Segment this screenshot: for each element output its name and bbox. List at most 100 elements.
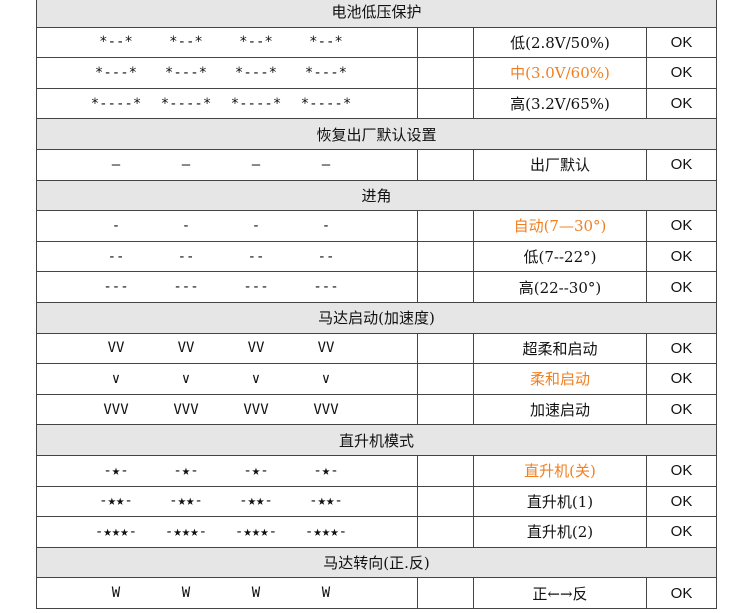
pattern-symbol: VVV	[243, 401, 269, 418]
option-label: 低(2.8V/50%)	[473, 26, 647, 59]
setting-row: -★★★- -★★★- -★★★- -★★★- 直升机(2) OK	[36, 516, 718, 548]
empty-cell	[417, 240, 474, 273]
pattern-symbol: VVV	[313, 401, 339, 418]
pattern-symbol: *--*	[309, 34, 343, 51]
settings-table: 电池低压保护 *--* *--* *--* *--* 低(2.8V/50%) OK *---*…	[35, 0, 718, 609]
option-label: 低(7--22°)	[473, 240, 647, 273]
pattern-symbol: -	[181, 217, 191, 234]
section-header-row: 马达转向(正.反)	[35, 546, 718, 579]
option-label: 加速启动	[473, 393, 647, 426]
section-header-row: 直升机模式	[35, 424, 718, 456]
beep-pattern: -★★- -★★- -★★- -★★-	[36, 485, 418, 518]
setting-row: VV VV VV VV 超柔和启动 OK	[36, 332, 718, 365]
pattern-symbol: -★★★-	[234, 523, 278, 540]
pattern-symbol: VV	[317, 340, 335, 357]
pattern-symbol: VVV	[173, 401, 199, 418]
empty-cell	[417, 332, 474, 365]
status-ok: OK	[645, 516, 718, 548]
pattern-symbol: W	[181, 585, 191, 602]
setting-row: *--* *--* *--* *--* 低(2.8V/50%) OK	[36, 26, 718, 59]
section-title: 恢复出厂默认设置	[35, 118, 718, 150]
status-ok: OK	[645, 393, 718, 426]
pattern-symbol: -	[111, 217, 121, 234]
pattern-symbol: ∨	[181, 370, 191, 387]
pattern-symbol: VV	[177, 340, 195, 357]
pattern-symbol: *----*	[230, 95, 282, 112]
status-ok: OK	[645, 577, 718, 609]
status-ok: OK	[645, 363, 718, 395]
pattern-symbol: ∨	[251, 370, 261, 387]
pattern-symbol: VV	[107, 340, 125, 357]
status-ok: OK	[645, 271, 718, 303]
pattern-symbol: --	[247, 248, 265, 265]
pattern-symbol: W	[251, 585, 261, 602]
option-label: 正←→反	[473, 577, 647, 609]
beep-pattern: -★★★- -★★★- -★★★- -★★★-	[36, 516, 418, 548]
pattern-symbol: *---*	[164, 64, 208, 81]
setting-row: --- --- --- --- 高(22--30°) OK	[36, 271, 718, 303]
pattern-symbol: --	[177, 248, 195, 265]
settings-table-body: 电池低压保护 *--* *--* *--* *--* 低(2.8V/50%) OK *---*…	[35, 0, 718, 609]
pattern-symbol: -★★-	[239, 493, 273, 510]
empty-cell	[417, 516, 474, 548]
pattern-symbol: *----*	[300, 95, 352, 112]
setting-row: -★- -★- -★- -★- 直升机(关) OK	[36, 454, 718, 487]
pattern-symbol: *----*	[160, 95, 212, 112]
pattern-symbol: VV	[247, 340, 265, 357]
status-ok: OK	[645, 26, 718, 59]
pattern-symbol: -★★★-	[304, 523, 348, 540]
beep-pattern: ∨ ∨ ∨ ∨	[36, 363, 418, 395]
section-title: 直升机模式	[35, 424, 718, 456]
pattern-symbol: --	[107, 248, 125, 265]
empty-cell	[417, 485, 474, 518]
option-label: 中(3.0V/60%)	[473, 57, 647, 89]
setting-row: VVV VVV VVV VVV 加速启动 OK	[36, 393, 718, 426]
empty-cell	[417, 57, 474, 89]
pattern-symbol: *--*	[169, 34, 203, 51]
pattern-symbol: ---	[243, 279, 269, 296]
setting-row: - - - - 自动(7—30°) OK	[36, 210, 718, 242]
pattern-symbol: ---	[173, 279, 199, 296]
pattern-symbol: *---*	[234, 64, 278, 81]
beep-pattern: VVV VVV VVV VVV	[36, 393, 418, 426]
status-ok: OK	[645, 485, 718, 518]
pattern-symbol: —	[181, 156, 191, 173]
pattern-symbol: W	[321, 585, 331, 602]
section-header-row: 恢复出厂默认设置	[35, 118, 718, 150]
beep-pattern: *--* *--* *--* *--*	[36, 26, 418, 59]
section-title: 马达启动(加速度)	[35, 301, 718, 334]
option-label: 自动(7—30°)	[473, 210, 647, 242]
empty-cell	[417, 271, 474, 303]
pattern-symbol: *---*	[94, 64, 138, 81]
status-ok: OK	[645, 454, 718, 487]
pattern-symbol: -★★-	[99, 493, 133, 510]
pattern-symbol: ---	[313, 279, 339, 296]
empty-cell	[417, 26, 474, 59]
beep-pattern: *---* *---* *---* *---*	[36, 57, 418, 89]
setting-row: *----* *----* *----* *----* 高(3.2V/65%) OK	[36, 87, 718, 120]
pattern-symbol: VVV	[103, 401, 129, 418]
pattern-symbol: -★★★-	[164, 523, 208, 540]
status-ok: OK	[645, 87, 718, 120]
pattern-symbol: —	[111, 156, 121, 173]
section-title: 电池低压保护	[35, 0, 718, 28]
setting-row: W W W W 正←→反 OK	[36, 577, 718, 609]
option-label: 柔和启动	[473, 363, 647, 395]
pattern-symbol: *--*	[99, 34, 133, 51]
pattern-symbol: ∨	[321, 370, 331, 387]
pattern-symbol: -	[251, 217, 261, 234]
pattern-symbol: -★★-	[169, 493, 203, 510]
pattern-symbol: --	[317, 248, 335, 265]
status-ok: OK	[645, 240, 718, 273]
option-label: 高(3.2V/65%)	[473, 87, 647, 120]
section-header-row: 进角	[35, 179, 718, 212]
setting-row: -★★- -★★- -★★- -★★- 直升机(1) OK	[36, 485, 718, 518]
status-ok: OK	[645, 148, 718, 181]
setting-row: ∨ ∨ ∨ ∨ 柔和启动 OK	[36, 363, 718, 395]
section-title: 马达转向(正.反)	[35, 546, 718, 579]
empty-cell	[417, 454, 474, 487]
setting-row: -- -- -- -- 低(7--22°) OK	[36, 240, 718, 273]
option-label: 直升机(2)	[473, 516, 647, 548]
empty-cell	[417, 577, 474, 609]
pattern-symbol: W	[111, 585, 121, 602]
